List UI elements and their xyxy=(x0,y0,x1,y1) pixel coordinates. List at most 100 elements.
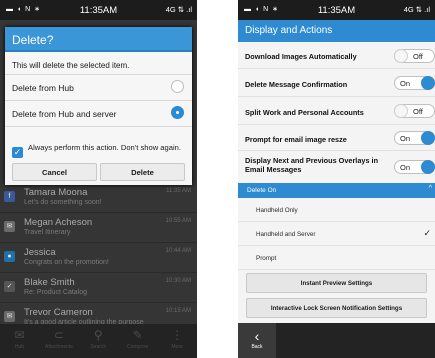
sender-name: Blake Smith xyxy=(24,277,75,288)
message-time: 10:44 AM xyxy=(165,248,191,254)
display-and-actions-screen: ▬ ◖ N ∗ 11:35AM 4G ⇅ .ıl Display and Act… xyxy=(238,0,435,358)
setting-prompt-image-resize: Prompt for email image resze On xyxy=(238,125,435,151)
toggle-state: On xyxy=(400,163,411,172)
radio-button[interactable] xyxy=(171,80,184,93)
hub-message-row[interactable]: ✉ Megan Acheson Travel Itinerary 10:55 AM xyxy=(0,213,197,243)
status-bar: ▬ ◖ N ∗ 11:35AM 4G ⇅ .ıl xyxy=(0,0,197,20)
toggle-state: Off xyxy=(413,52,423,61)
divider xyxy=(5,126,192,127)
toggle-state: Off xyxy=(413,107,423,116)
radio-button[interactable] xyxy=(171,106,184,119)
checkbox-label: Always perform this action. Don't show a… xyxy=(28,143,181,152)
toggle-switch[interactable]: Off xyxy=(394,104,435,118)
option-label: Handheld Only xyxy=(256,207,298,214)
tab-hub[interactable]: ✉ Hub xyxy=(0,324,39,358)
tab-more[interactable]: ⋮ More xyxy=(158,324,197,358)
network-signal-icon: 4G ⇅ .ıl xyxy=(403,5,430,14)
delete-from-hub-option[interactable]: Delete from Hub xyxy=(5,74,192,99)
search-icon: ⚲ xyxy=(93,328,103,342)
setting-label-line-2: Email Messages xyxy=(245,165,302,174)
setting-label: Delete Message Confirmation xyxy=(245,80,348,89)
message-time: 11:35 AM xyxy=(166,188,191,194)
sender-name: Megan Acheson xyxy=(24,217,93,228)
check-icon: ✓ xyxy=(4,281,15,292)
option-label: Delete from Hub and server xyxy=(12,109,117,119)
hub-message-row[interactable]: ✓ Blake Smith Re: Product Catalog 10:30 AM xyxy=(0,273,197,303)
dialog-title: Delete? xyxy=(5,27,192,52)
tab-label: Compose xyxy=(126,344,149,350)
toggle-state: On xyxy=(400,134,411,143)
tab-label: More xyxy=(171,344,183,350)
tab-label: Hub xyxy=(14,344,25,350)
more-icon: ⋮ xyxy=(171,328,184,342)
network-signal-icon: 4G ⇅ .ıl xyxy=(165,5,192,14)
bottom-action-bar: ‹ Back xyxy=(238,323,435,358)
instant-preview-settings-button[interactable]: Instant Preview Settings xyxy=(246,273,427,293)
setting-delete-confirmation: Delete Message Confirmation On xyxy=(238,69,435,97)
option-label: Delete from Hub xyxy=(12,83,74,93)
bbm-icon: ● xyxy=(4,251,15,262)
tab-label: Attachments xyxy=(44,344,73,350)
hub-message-row[interactable]: ● Jessica Congrats on the promotion! 10:44 … xyxy=(0,243,197,273)
setting-label: Download Images Automatically xyxy=(245,52,357,61)
message-time: 10:55 AM xyxy=(165,218,191,224)
option-label: Prompt xyxy=(256,255,277,262)
chevron-up-icon: ^ xyxy=(428,185,432,192)
message-subject: Let's do something soon! xyxy=(24,199,102,206)
page-title: Display and Actions xyxy=(238,20,435,42)
delete-from-hub-and-server-option[interactable]: Delete from Hub and server xyxy=(5,100,192,125)
hub-delete-screen: ▬ ◖ N ∗ 11:35AM 4G ⇅ .ıl f Tamara Moona Le… xyxy=(0,0,197,358)
lock-screen-notification-settings-button[interactable]: Interactive Lock Screen Notification Set… xyxy=(246,298,427,318)
facebook-icon: f xyxy=(4,191,15,202)
attachments-icon: ⊂ xyxy=(53,328,64,342)
dropdown-label: Delete On xyxy=(247,187,277,194)
hub-action-bar: ✉ Hub ⊂ Attachments ⚲ Search ✎ Compose ⋮ More xyxy=(0,324,197,358)
sender-name: Tamara Moona xyxy=(24,187,88,198)
cancel-button[interactable]: Cancel xyxy=(12,163,97,181)
toggle-switch[interactable]: On xyxy=(394,131,435,145)
tab-attachments[interactable]: ⊂ Attachments xyxy=(39,324,78,358)
toggle-knob xyxy=(394,104,408,118)
always-perform-checkbox[interactable]: ✓ xyxy=(12,147,23,158)
hub-icon: ✉ xyxy=(14,328,25,342)
toggle-knob xyxy=(421,160,435,174)
back-arrow-icon: ‹ xyxy=(254,328,260,344)
delete-button[interactable]: Delete xyxy=(100,163,185,181)
sender-name: Jessica xyxy=(24,247,56,258)
dialog-message: This will delete the selected item. xyxy=(12,61,130,70)
toggle-knob xyxy=(421,76,435,90)
back-button[interactable]: ‹ Back xyxy=(238,323,276,358)
message-time: 10:30 AM xyxy=(165,278,191,284)
dropdown-option-handheld-only[interactable]: Handheld Only xyxy=(238,198,435,222)
tab-label: Search xyxy=(90,344,107,350)
delete-dialog: Delete? This will delete the selected it… xyxy=(5,27,192,185)
setting-split-accounts: Split Work and Personal Accounts Off xyxy=(238,97,435,125)
hub-message-row[interactable]: f Tamara Moona Let's do something soon! 11:… xyxy=(0,183,197,213)
checkmark-icon: ✓ xyxy=(423,228,431,238)
toggle-knob xyxy=(394,49,408,63)
message-time: 10:15 AM xyxy=(165,308,191,314)
toggle-switch[interactable]: On xyxy=(394,76,435,90)
setting-next-previous-overlays: Display Next and Previous Overlays in Ema… xyxy=(238,151,435,183)
message-subject: Re: Product Catalog xyxy=(24,289,88,296)
comparison-stage: ▬ ◖ N ∗ 11:35AM 4G ⇅ .ıl f Tamara Moona Le… xyxy=(0,0,435,358)
tab-compose[interactable]: ✎ Compose xyxy=(118,324,157,358)
toggle-switch[interactable]: Off xyxy=(394,49,435,63)
compose-icon: ✎ xyxy=(132,328,143,342)
dropdown-option-handheld-and-server[interactable]: Handheld and Server ✓ xyxy=(238,222,435,246)
delete-on-dropdown[interactable]: Delete On ^ xyxy=(238,183,435,198)
tab-search[interactable]: ⚲ Search xyxy=(79,324,118,358)
setting-download-images: Download Images Automatically Off xyxy=(238,42,435,69)
status-bar: ▬ ◖ N ∗ 11:35AM 4G ⇅ .ıl xyxy=(238,0,435,20)
option-label: Handheld and Server xyxy=(256,231,316,238)
sender-name: Trevor Cameron xyxy=(24,307,93,318)
message-subject: Congrats on the promotion! xyxy=(24,259,109,266)
toggle-state: On xyxy=(400,79,411,88)
setting-label: Prompt for email image resze xyxy=(245,135,347,144)
message-subject: Travel Itinerary xyxy=(24,229,71,236)
back-label: Back xyxy=(251,344,263,350)
toggle-switch[interactable]: On xyxy=(394,160,435,174)
email-icon: ✉ xyxy=(4,311,15,322)
toggle-knob xyxy=(421,131,435,145)
dropdown-option-prompt[interactable]: Prompt xyxy=(238,246,435,270)
